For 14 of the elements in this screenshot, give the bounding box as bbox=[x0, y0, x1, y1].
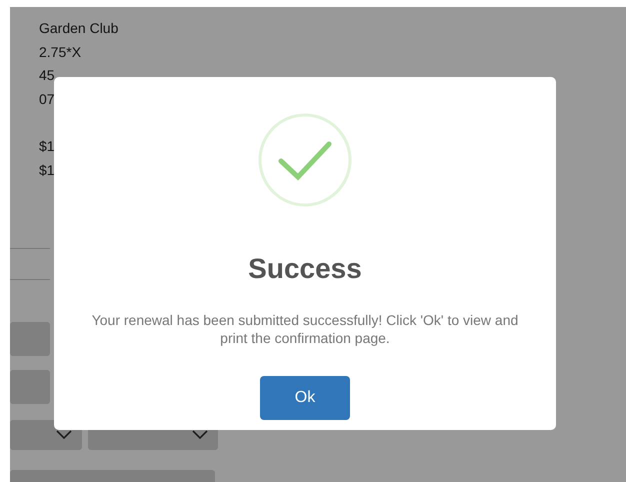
chevron-down-icon bbox=[56, 430, 72, 440]
detail-text: 07 bbox=[39, 90, 56, 109]
dialog-title: Success bbox=[248, 253, 362, 285]
detail-text: 45 bbox=[39, 66, 56, 86]
detail-text: Garden Club bbox=[39, 19, 120, 38]
detail-text: 2.75*X bbox=[39, 42, 82, 62]
amount-text: $1 bbox=[39, 160, 56, 180]
amount-text: $1 bbox=[39, 136, 56, 156]
dialog-message: Your renewal has been submitted successfully! Click 'Ok' to view and print the confirmation page. bbox=[90, 311, 520, 347]
checkmark-icon bbox=[258, 113, 352, 207]
input-field[interactable] bbox=[10, 370, 50, 404]
ok-button[interactable]: Ok bbox=[260, 376, 350, 420]
input-field[interactable] bbox=[10, 322, 50, 356]
chevron-down-icon bbox=[192, 430, 208, 440]
